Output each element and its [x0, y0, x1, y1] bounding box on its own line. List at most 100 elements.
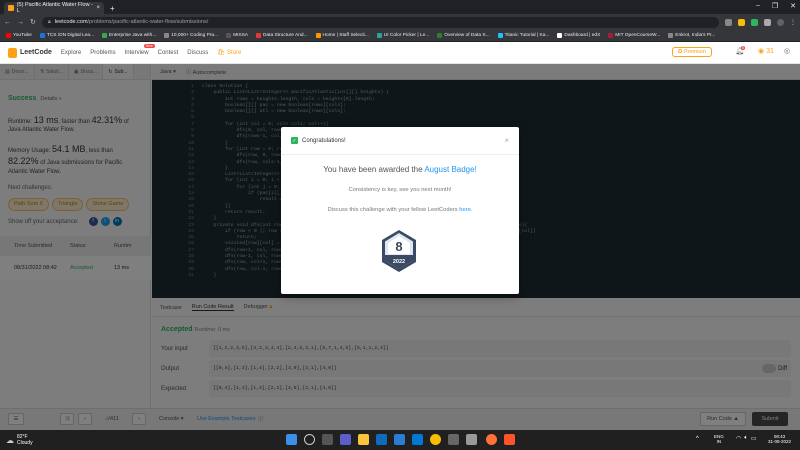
edge-icon[interactable] — [376, 434, 387, 445]
bookmark-favicon-icon — [102, 33, 108, 38]
badge-year: 2022 — [393, 259, 405, 265]
lock-icon: 🔒︎ — [47, 18, 51, 25]
close-window-icon[interactable]: ✕ — [790, 2, 796, 10]
reload-icon[interactable]: ↻ — [30, 18, 36, 26]
bookmark-item[interactable]: UI Color Picker | Le... — [376, 33, 429, 38]
file-explorer-icon[interactable] — [358, 434, 369, 445]
weather-widget[interactable]: ☁ 82°F Cloudy — [6, 434, 33, 446]
bookmark-item[interactable]: MIT OpenCourseW... — [608, 33, 660, 38]
notification-count: 5 — [741, 46, 746, 50]
tray-chevron-icon[interactable]: ^ — [696, 436, 699, 442]
coins[interactable]: ◉ 31 — [758, 47, 774, 55]
extension-icon[interactable] — [751, 18, 758, 26]
notification-bell-icon[interactable]: 🔔︎5 — [735, 46, 748, 55]
badge-name: August Badge! — [424, 165, 477, 174]
congratulations-modal: ✓ Congratulations! × You have been awarde… — [281, 127, 519, 294]
bookmark-item[interactable]: Titanic Tutorial | Ka... — [497, 33, 550, 38]
leetcode-navbar: LeetCode Explore Problems Interview New C… — [0, 42, 800, 64]
extensions: ⋮ — [725, 18, 796, 26]
close-icon[interactable]: × — [504, 136, 509, 145]
bookmark-item[interactable]: Enkrot, India's Pr... — [668, 33, 715, 38]
bookmark-favicon-icon — [6, 33, 11, 38]
language-indicator[interactable]: ENG IN — [714, 434, 724, 445]
user-avatar-icon[interactable]: ◎ — [784, 47, 790, 55]
store-app-icon[interactable] — [412, 434, 423, 445]
brave-icon[interactable] — [504, 434, 515, 445]
bookmarks-bar: YouTube TCS iON Digital Lea... Enterprise … — [0, 30, 800, 42]
maximize-icon[interactable]: ❐ — [772, 2, 778, 10]
bookmark-favicon-icon — [256, 33, 261, 38]
bookmark-item[interactable]: 10,000+ Coding Pra... — [164, 33, 218, 38]
close-tab-icon[interactable]: × — [96, 5, 100, 11]
browser-tab[interactable]: (5) Pacific Atlantic Water Flow - L × — [4, 2, 104, 14]
nav-problems[interactable]: Problems — [90, 50, 115, 56]
bookmark-item[interactable]: Overview of Data S... — [437, 33, 490, 38]
bookmark-label: Dashboard | edX — [564, 33, 601, 38]
battery-icon: ▭ — [750, 436, 757, 442]
star-icon[interactable] — [738, 18, 745, 26]
bookmark-favicon-icon — [376, 33, 382, 38]
new-tab-icon[interactable]: + — [110, 4, 115, 13]
premium-button[interactable]: ✪ Premium — [671, 47, 712, 57]
nav-contest[interactable]: Contest — [158, 50, 179, 56]
settings-app-icon[interactable] — [466, 434, 477, 445]
firefox-icon[interactable] — [486, 434, 497, 445]
logo-text: LeetCode — [20, 49, 52, 56]
bookmark-item[interactable]: Home | Staff Selecti... — [315, 33, 369, 38]
share-icon[interactable] — [725, 18, 732, 26]
bookmark-label: Home | Staff Selecti... — [322, 33, 369, 38]
bookmark-item[interactable]: TCS iON Digital Lea... — [39, 33, 94, 38]
modal-title-prefix: You have been awarded the — [323, 165, 425, 174]
bookmark-label: Titanic Tutorial | Ka... — [504, 33, 550, 38]
bookmark-item[interactable]: YouTube — [6, 33, 32, 38]
nav-explore[interactable]: Explore — [61, 50, 81, 56]
url-field[interactable]: 🔒︎ leetcode.com/problems/pacific-atlanti… — [41, 16, 719, 28]
nav-discuss[interactable]: Discuss — [187, 50, 208, 56]
back-icon[interactable]: ← — [4, 19, 11, 26]
bookmark-favicon-icon — [557, 33, 563, 38]
vscode-icon[interactable] — [394, 434, 405, 445]
store-label: Store — [226, 49, 242, 56]
bookmark-favicon-icon — [39, 33, 45, 38]
leetcode-favicon-icon — [8, 5, 14, 11]
bookmark-item[interactable]: Dashboard | edX — [557, 33, 600, 38]
window-controls: – ❐ ✕ — [756, 2, 796, 10]
bookmark-item[interactable]: Enterprise Java with... — [102, 33, 156, 38]
modal-line1: Consistency is key, see you next month! — [348, 187, 452, 193]
clock[interactable]: 08:43 31-08-2022 — [768, 434, 791, 445]
bookmark-favicon-icon — [437, 33, 443, 38]
wifi-icon: ◠ — [736, 436, 742, 442]
profile-avatar-icon[interactable] — [777, 18, 784, 26]
browser-titlebar: (5) Pacific Atlantic Water Flow - L × + … — [0, 0, 800, 14]
puzzle-icon[interactable] — [764, 18, 771, 26]
forward-icon[interactable]: → — [17, 19, 24, 26]
search-icon[interactable] — [304, 434, 315, 445]
modal-header: ✓ Congratulations! — [281, 127, 519, 155]
cloud-icon: ☁ — [6, 435, 14, 445]
leetcode-logo[interactable]: LeetCode — [8, 47, 52, 58]
windows-start-icon[interactable] — [286, 434, 297, 445]
bookmark-item[interactable]: Data Structure And... — [256, 33, 308, 38]
app-icon[interactable] — [448, 434, 459, 445]
modal-line2: Discuss this challenge with your fellow … — [281, 207, 519, 213]
check-icon: ✓ — [291, 137, 298, 144]
nav-interview[interactable]: Interview New — [125, 43, 155, 56]
nav-right-icons: 🔔︎5 ◉ 31 ◎ — [735, 46, 790, 55]
discuss-here-link[interactable]: here — [459, 207, 471, 213]
system-tray[interactable]: ◠ 🔈︎ ▭ — [736, 435, 757, 442]
bookmark-label: MIT OpenCourseW... — [615, 33, 661, 38]
region-code: IN — [716, 439, 722, 445]
nav-store[interactable]: 🛍︎ Store — [217, 49, 242, 57]
line2-prefix: Discuss this challenge with your fellow … — [327, 207, 460, 213]
menu-kebab-icon[interactable]: ⋮ — [790, 19, 796, 26]
minimize-icon[interactable]: – — [756, 2, 760, 10]
chrome-icon[interactable] — [430, 434, 441, 445]
coins-count: 31 — [766, 48, 774, 55]
leetcode-logo-icon — [8, 47, 17, 58]
new-badge: New — [143, 43, 155, 48]
bookmark-item[interactable]: MISSA — [226, 33, 248, 38]
bookmark-label: Overview of Data S... — [444, 33, 490, 38]
task-view-icon[interactable] — [322, 434, 333, 445]
url-domain: leetcode.com — [54, 19, 88, 25]
teams-chat-icon[interactable] — [340, 434, 351, 445]
